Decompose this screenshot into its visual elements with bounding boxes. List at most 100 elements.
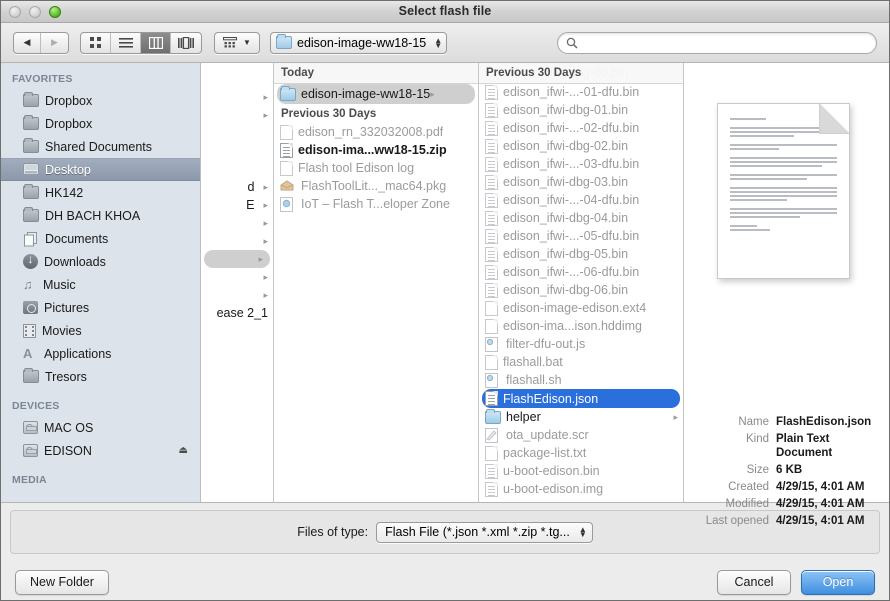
sidebar-item-documents[interactable]: Documents (1, 227, 200, 250)
icon-view-button[interactable] (81, 32, 111, 53)
list-item[interactable]: ▸ (201, 286, 273, 304)
browser-column-1[interactable]: ▸ ▸ d ▸ E ▸ ▸ ▸ ▸ ▸ ▸ ease 2_1 (201, 63, 274, 502)
list-item[interactable]: ease 2_1 (201, 304, 273, 322)
list-item[interactable]: package-list.txt (479, 444, 683, 462)
sidebar-item-mac-os[interactable]: MAC OS (1, 416, 200, 439)
list-item[interactable]: FlashToolLit..._mac64.pkg (274, 177, 478, 195)
sidebar-item-dropbox-2[interactable]: Dropbox (1, 112, 200, 135)
list-item[interactable]: edison-image-edison.ext4 (479, 299, 683, 317)
sidebar-item-dh-bach-khoa[interactable]: DH BACH KHOA (1, 204, 200, 227)
search-input[interactable] (578, 36, 876, 50)
list-item-selected[interactable]: ▸ (201, 250, 273, 268)
list-item[interactable]: edison_ifwi-...-06-dfu.bin (479, 263, 683, 281)
sidebar-item-desktop[interactable]: Desktop (1, 158, 200, 181)
disclosure-arrow-icon[interactable]: ▸ (263, 182, 268, 193)
list-item[interactable]: ▸ (201, 88, 273, 106)
window-title: Select flash file (398, 4, 492, 18)
list-item-helper-folder[interactable]: helper ▸ (479, 408, 683, 426)
open-button[interactable]: Open (801, 569, 875, 595)
list-item[interactable]: flashall.bat (479, 353, 683, 371)
list-item[interactable]: edison-ima...ww18-15.zip (274, 141, 478, 159)
item-label: edison_ifwi-...-01-dfu.bin (503, 85, 640, 99)
back-button[interactable]: ◀ (14, 32, 41, 53)
column-view-button[interactable] (141, 32, 171, 53)
disclosure-arrow-icon[interactable]: ▸ (263, 110, 268, 121)
file-type-popup-button[interactable]: Flash File (*.json *.xml *.zip *.tg... ▲… (376, 521, 593, 543)
list-icon (118, 37, 133, 48)
list-item[interactable]: filter-dfu-out.js (479, 335, 683, 353)
list-item[interactable]: edison_ifwi-...-01-dfu.bin (479, 83, 683, 101)
metadata-key: Kind (745, 433, 769, 445)
new-folder-button[interactable]: New Folder (15, 569, 109, 595)
disclosure-arrow-icon[interactable]: ▸ (430, 89, 435, 100)
metadata-key: Size (746, 464, 769, 476)
list-item[interactable]: edison-ima...ison.hddimg (479, 317, 683, 335)
list-item[interactable]: edison_ifwi-...-04-dfu.bin (479, 191, 683, 209)
list-item[interactable]: edison_ifwi-dbg-02.bin (479, 137, 683, 155)
folder-blue-icon (280, 85, 296, 101)
list-item[interactable]: IoT – Flash T...eloper Zone (274, 195, 478, 213)
disclosure-arrow-icon[interactable]: ▸ (263, 218, 268, 229)
item-label: edison_ifwi-dbg-01.bin (503, 103, 629, 117)
sidebar-item-pictures[interactable]: Pictures (1, 296, 200, 319)
list-item[interactable]: ota_update.scr (479, 426, 683, 444)
disclosure-arrow-icon[interactable]: ▸ (263, 92, 268, 103)
metadata-value: 6 KB (776, 464, 803, 476)
list-item[interactable]: ▸ (201, 232, 273, 250)
list-view-button[interactable] (111, 32, 141, 53)
list-item[interactable]: edison_ifwi-dbg-05.bin (479, 245, 683, 263)
coverflow-view-button[interactable] (171, 33, 201, 53)
list-item[interactable]: ▸ (201, 268, 273, 286)
sidebar-item-hk142[interactable]: HK142 (1, 181, 200, 204)
eject-icon[interactable]: ⏏ (179, 445, 188, 456)
list-item[interactable]: flashall.sh (479, 371, 683, 389)
list-item[interactable]: edison_ifwi-dbg-01.bin (479, 101, 683, 119)
sidebar-item-movies[interactable]: Movies (1, 319, 200, 342)
path-popup-button[interactable]: edison-image-ww18-15 ▲ ▼ (270, 31, 448, 54)
list-item[interactable]: d ▸ (201, 178, 273, 196)
list-item-selected-flashedison[interactable]: FlashEdison.json (479, 389, 683, 408)
sidebar-item-dropbox-1[interactable]: Dropbox (1, 89, 200, 112)
disclosure-arrow-icon[interactable]: ▸ (263, 236, 268, 247)
sidebar[interactable]: FAVORITES Dropbox Dropbox Shared Documen… (1, 63, 201, 502)
browser-column-3[interactable]: edison_ifwi-dbg-00.bin Previous 30 Days … (479, 63, 684, 502)
list-item[interactable]: Flash tool Edison log (274, 159, 478, 177)
sidebar-item-edison[interactable]: EDISON ⏏ (1, 439, 200, 462)
list-item[interactable]: ▸ (201, 214, 273, 232)
item-label: edison_ifwi-...-05-dfu.bin (503, 229, 640, 243)
disclosure-arrow-icon[interactable]: ▸ (263, 290, 268, 301)
sidebar-item-applications[interactable]: A Applications (1, 342, 200, 365)
list-item[interactable]: u-boot-edison.bin (479, 462, 683, 480)
blank-document-icon (485, 300, 498, 316)
cancel-button[interactable]: Cancel (717, 569, 791, 595)
list-item[interactable]: edison_ifwi-dbg-06.bin (479, 281, 683, 299)
list-item[interactable]: u-boot-edison.img (479, 480, 683, 498)
forward-button[interactable]: ▶ (41, 33, 68, 53)
list-item-edison-image-folder[interactable]: edison-image-ww18-15 ▸ (274, 84, 478, 104)
list-item[interactable]: edison_ifwi-...-05-dfu.bin (479, 227, 683, 245)
sidebar-item-shared-documents[interactable]: Shared Documents (1, 135, 200, 158)
list-item[interactable]: edison_ifwi-dbg-03.bin (479, 173, 683, 191)
list-item[interactable]: ▸ (201, 106, 273, 124)
package-icon (280, 179, 296, 193)
browser-column-2[interactable]: Today edison-image-ww18-15 ▸ Previous 30… (274, 63, 479, 502)
disclosure-arrow-icon[interactable]: ▸ (263, 200, 268, 211)
list-item[interactable]: edison_ifwi-...-03-dfu.bin (479, 155, 683, 173)
list-item[interactable]: edison_ifwi-...-02-dfu.bin (479, 119, 683, 137)
list-item[interactable]: E ▸ (201, 196, 273, 214)
sidebar-item-tresors[interactable]: Tresors (1, 365, 200, 388)
item-label: d (247, 180, 255, 194)
list-item[interactable]: edison_rn_332032008.pdf (274, 123, 478, 141)
search-field[interactable] (557, 32, 877, 54)
disclosure-arrow-icon[interactable]: ▸ (263, 272, 268, 283)
titlebar: Select flash file (1, 1, 889, 23)
folder-icon (276, 34, 292, 49)
disclosure-arrow-icon[interactable]: ▸ (673, 412, 678, 423)
sidebar-item-downloads[interactable]: Downloads (1, 250, 200, 273)
item-label: edison_ifwi-...-02-dfu.bin (503, 121, 640, 135)
sidebar-divider (1, 462, 200, 471)
list-item[interactable]: edison_ifwi-dbg-04.bin (479, 209, 683, 227)
disclosure-arrow-icon[interactable]: ▸ (258, 254, 263, 265)
action-menu-button[interactable]: ▼ (215, 33, 259, 53)
sidebar-item-music[interactable]: ♫ Music (1, 273, 200, 296)
